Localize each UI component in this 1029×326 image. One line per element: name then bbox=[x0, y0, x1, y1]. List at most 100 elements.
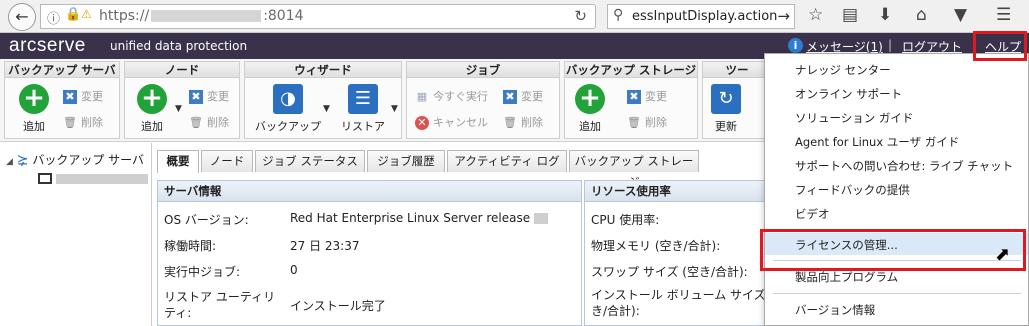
edit-icon: ✖ bbox=[627, 90, 641, 104]
os-version-label: OS バージョン: bbox=[164, 213, 249, 227]
header-separator: | bbox=[888, 38, 893, 52]
redacted-host bbox=[151, 10, 262, 22]
redacted-version bbox=[533, 213, 548, 224]
cancel-icon: ✕ bbox=[415, 116, 429, 130]
menu-item-improvement-program[interactable]: 製品向上プログラム bbox=[795, 269, 898, 285]
backup-wizard-button[interactable]: ◑ バックアップ bbox=[253, 84, 323, 134]
ribbon-group-backup-storage: バックアップ ストレージ + 追加 ✖ 変更 🗑 削除 bbox=[564, 61, 698, 139]
info-icon[interactable]: ⓘ bbox=[47, 8, 60, 27]
delete-storage-button[interactable]: 🗑 削除 bbox=[627, 114, 667, 130]
ribbon-group-tools: ツー ↻ 更新 bbox=[702, 61, 772, 139]
tab-activity-log[interactable]: アクティビティ ログ bbox=[447, 150, 567, 172]
backup-icon: ◑ bbox=[273, 84, 303, 114]
computer-icon bbox=[38, 173, 52, 184]
cancel-job-button[interactable]: ✕ キャンセル bbox=[415, 114, 488, 130]
redacted-hostname bbox=[56, 173, 148, 184]
tree-node-server[interactable] bbox=[38, 171, 148, 185]
url-text: https://:8014 bbox=[99, 8, 304, 24]
ribbon-group-node: ノード + 追加 ▼ ✖ 変更 🗑 削除 bbox=[124, 61, 240, 139]
help-highlight-box bbox=[973, 31, 1027, 61]
tab-job-history[interactable]: ジョブ履歴 bbox=[367, 150, 445, 172]
group-title: ウィザード bbox=[245, 62, 401, 78]
menu-item-feedback[interactable]: フィードバックの提供 bbox=[795, 182, 910, 198]
cpu-usage-label: CPU 使用率: bbox=[591, 213, 660, 227]
restore-utility-label: リストア ユーティリティ: bbox=[164, 290, 276, 320]
group-title: ノード bbox=[125, 62, 239, 78]
menu-item-solution-guide[interactable]: ソリューション ガイド bbox=[795, 110, 913, 126]
share-network-icon: ⪲ bbox=[16, 152, 29, 168]
add-backup-server-button[interactable]: + 追加 bbox=[19, 84, 49, 134]
mouse-pointer-icon: ⬈ bbox=[995, 244, 1011, 265]
address-bar[interactable]: ⓘ 🔒 ⚠ https://:8014 ↻ bbox=[40, 4, 596, 29]
search-input[interactable]: essInputDisplay.action bbox=[632, 9, 782, 24]
group-title: ツー bbox=[703, 62, 771, 78]
delete-job-button[interactable]: 🗑 削除 bbox=[503, 114, 543, 130]
ribbon-group-job: ジョブ ▦ 今すぐ実行 ✕ キャンセル ✖ 変更 🗑 削除 bbox=[406, 61, 560, 139]
lock-icon: 🔒 bbox=[65, 7, 82, 22]
caret-down-icon[interactable]: ▼ bbox=[323, 104, 330, 114]
uptime-value: 27 日 23:37 bbox=[290, 239, 360, 253]
edit-icon: ✖ bbox=[63, 90, 77, 104]
trash-icon: 🗑 bbox=[189, 116, 203, 129]
pocket-icon[interactable]: ▼ bbox=[954, 5, 967, 25]
caret-down-icon[interactable]: ▼ bbox=[175, 104, 182, 114]
tab-overview[interactable]: 概要 bbox=[157, 150, 199, 173]
restore-icon: ☰ bbox=[348, 84, 378, 114]
edit-backup-server-button[interactable]: ✖ 変更 bbox=[63, 88, 103, 104]
refresh-button[interactable]: ↻ 更新 bbox=[711, 84, 741, 134]
uptime-label: 稼働時間: bbox=[164, 239, 217, 253]
trash-icon: 🗑 bbox=[63, 116, 77, 129]
edit-icon: ✖ bbox=[189, 90, 203, 104]
delete-node-button[interactable]: 🗑 削除 bbox=[189, 114, 229, 130]
os-version-value: Red Hat Enterprise Linux Server release bbox=[290, 211, 548, 225]
swap-size-label: スワップ サイズ (空き/合計): bbox=[591, 265, 748, 279]
reading-list-icon[interactable]: ▤ bbox=[842, 5, 858, 25]
license-highlight-box bbox=[760, 229, 1026, 271]
menu-item-online-support[interactable]: オンライン サポート bbox=[795, 86, 902, 102]
menu-item-linux-user-guide[interactable]: Agent for Linux ユーザ ガイド bbox=[795, 134, 959, 150]
panel-title: サーバ情報 bbox=[158, 181, 581, 202]
warning-icon: ⚠ bbox=[81, 7, 92, 21]
restore-utility-value: インストール完了 bbox=[290, 299, 386, 313]
search-bar[interactable]: ⚲ essInputDisplay.action → bbox=[607, 4, 795, 29]
bookmark-star-icon[interactable]: ☆ bbox=[808, 5, 823, 25]
run-now-button[interactable]: ▦ 今すぐ実行 bbox=[415, 88, 488, 104]
edit-icon: ✖ bbox=[503, 90, 517, 104]
physical-memory-label: 物理メモリ (空き/合計): bbox=[591, 239, 721, 253]
collapse-arrow-icon[interactable]: ◢ bbox=[6, 157, 13, 167]
tab-job-status[interactable]: ジョブ ステータス bbox=[255, 150, 365, 172]
server-tree: ◢ ⪲ バックアップ サーバ bbox=[0, 143, 152, 326]
running-jobs-value: 0 bbox=[290, 263, 298, 277]
arrow-right-icon[interactable]: → bbox=[777, 7, 790, 25]
restore-wizard-button[interactable]: ☰ リストア bbox=[337, 84, 389, 134]
refresh-icon: ↻ bbox=[711, 84, 741, 114]
group-title: バックアップ サーバ bbox=[5, 62, 119, 78]
add-node-button[interactable]: + 追加 bbox=[137, 84, 167, 134]
group-title: バックアップ ストレージ bbox=[565, 62, 697, 78]
edit-node-button[interactable]: ✖ 変更 bbox=[189, 88, 229, 104]
caret-down-icon[interactable]: ▼ bbox=[391, 104, 398, 114]
menu-item-knowledge-center[interactable]: ナレッジ センター bbox=[795, 62, 891, 78]
help-dropdown-menu: ナレッジ センター オンライン サポート ソリューション ガイド Agent f… bbox=[764, 53, 1029, 326]
tab-nodes[interactable]: ノード bbox=[201, 150, 253, 172]
trash-icon: 🗑 bbox=[627, 116, 641, 129]
menu-item-live-chat[interactable]: サポートへの問い合わせ: ライブ チャット bbox=[795, 158, 1013, 174]
home-icon[interactable]: ⌂ bbox=[916, 5, 927, 25]
trash-icon: 🗑 bbox=[503, 116, 517, 129]
download-icon[interactable]: ⬇ bbox=[878, 5, 892, 25]
delete-backup-server-button[interactable]: 🗑 削除 bbox=[63, 114, 103, 130]
browser-toolbar: ← ⓘ 🔒 ⚠ https://:8014 ↻ ⚲ essInputDispla… bbox=[0, 0, 1029, 33]
tree-root-backup-servers[interactable]: ◢ ⪲ バックアップ サーバ bbox=[6, 151, 144, 168]
tab-backup-storage[interactable]: バックアップ ストレージ bbox=[569, 150, 699, 189]
menu-item-version-info[interactable]: バージョン情報 bbox=[795, 302, 875, 318]
menu-item-video[interactable]: ビデオ bbox=[795, 206, 830, 222]
edit-storage-button[interactable]: ✖ 変更 bbox=[627, 88, 667, 104]
reload-icon[interactable]: ↻ bbox=[574, 7, 587, 25]
edit-job-button[interactable]: ✖ 変更 bbox=[503, 88, 543, 104]
plus-icon: + bbox=[575, 84, 605, 114]
plus-icon: + bbox=[137, 84, 167, 114]
hamburger-menu-icon[interactable]: ☰ bbox=[996, 5, 1011, 25]
back-arrow-icon[interactable]: ← bbox=[8, 3, 36, 31]
server-info-panel: サーバ情報 OS バージョン: Red Hat Enterprise Linux… bbox=[157, 180, 582, 326]
add-storage-button[interactable]: + 追加 bbox=[575, 84, 605, 134]
